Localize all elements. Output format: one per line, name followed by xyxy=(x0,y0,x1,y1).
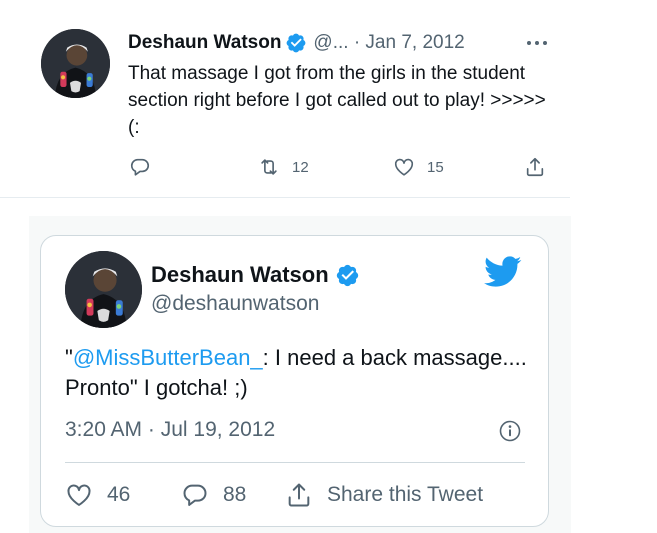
share-label: Share this Tweet xyxy=(327,483,484,506)
avatar-image xyxy=(65,251,142,328)
share-tweet-button[interactable]: Share this Tweet xyxy=(285,478,483,512)
heart-icon xyxy=(393,156,415,178)
tweet-header: Deshaun Watson @... · Jan 7, 2012 xyxy=(128,31,465,55)
share-button[interactable] xyxy=(524,150,546,184)
reply-icon xyxy=(129,156,151,178)
heart-icon xyxy=(65,481,93,509)
more-dots-icon[interactable] xyxy=(524,32,550,54)
reply-button[interactable]: 88 xyxy=(181,478,246,512)
embed-actions: 46 88 Share this Tweet xyxy=(65,478,535,512)
verified-badge-icon xyxy=(285,32,307,54)
verified-badge-icon xyxy=(335,263,360,288)
like-button[interactable]: 46 xyxy=(65,478,130,512)
author-name[interactable]: Deshaun Watson xyxy=(151,262,329,288)
share-icon xyxy=(524,156,546,178)
tweet-timestamp[interactable]: 3:20 AM · Jul 19, 2012 xyxy=(65,418,275,442)
text-prefix: " xyxy=(65,345,73,370)
retweet-count: 12 xyxy=(292,158,309,176)
info-icon[interactable] xyxy=(498,419,522,443)
mention-link[interactable]: @MissButterBean_ xyxy=(73,345,263,370)
tweet[interactable]: Deshaun Watson @... · Jan 7, 2012 That m… xyxy=(0,0,570,198)
reply-icon xyxy=(181,481,209,509)
avatar-image xyxy=(41,29,110,98)
handle-date[interactable]: @... · Jan 7, 2012 xyxy=(313,32,464,54)
tweet-text: That massage I got from the girls in the… xyxy=(128,63,546,138)
author-handle[interactable]: @deshaunwatson xyxy=(151,292,319,316)
like-count: 46 xyxy=(107,483,131,506)
embed-author-row: Deshaun Watson xyxy=(151,260,360,290)
reply-count: 88 xyxy=(223,483,247,506)
retweet-button[interactable]: 12 xyxy=(258,150,309,184)
embedded-tweet-card[interactable]: Deshaun Watson @deshaunwatson "@MissButt… xyxy=(40,235,549,527)
divider xyxy=(65,462,525,463)
share-icon xyxy=(285,481,313,509)
author-name[interactable]: Deshaun Watson xyxy=(128,32,281,54)
like-count: 15 xyxy=(427,158,444,176)
like-button[interactable]: 15 xyxy=(393,150,444,184)
reply-button[interactable] xyxy=(129,150,151,184)
retweet-icon xyxy=(258,156,280,178)
embed-tweet-text: "@MissButterBean_: I need a back massage… xyxy=(65,343,535,403)
avatar[interactable] xyxy=(65,251,142,328)
tweet-actions: 12 15 xyxy=(0,150,570,184)
avatar[interactable] xyxy=(41,29,110,98)
twitter-bird-icon[interactable] xyxy=(484,256,522,288)
